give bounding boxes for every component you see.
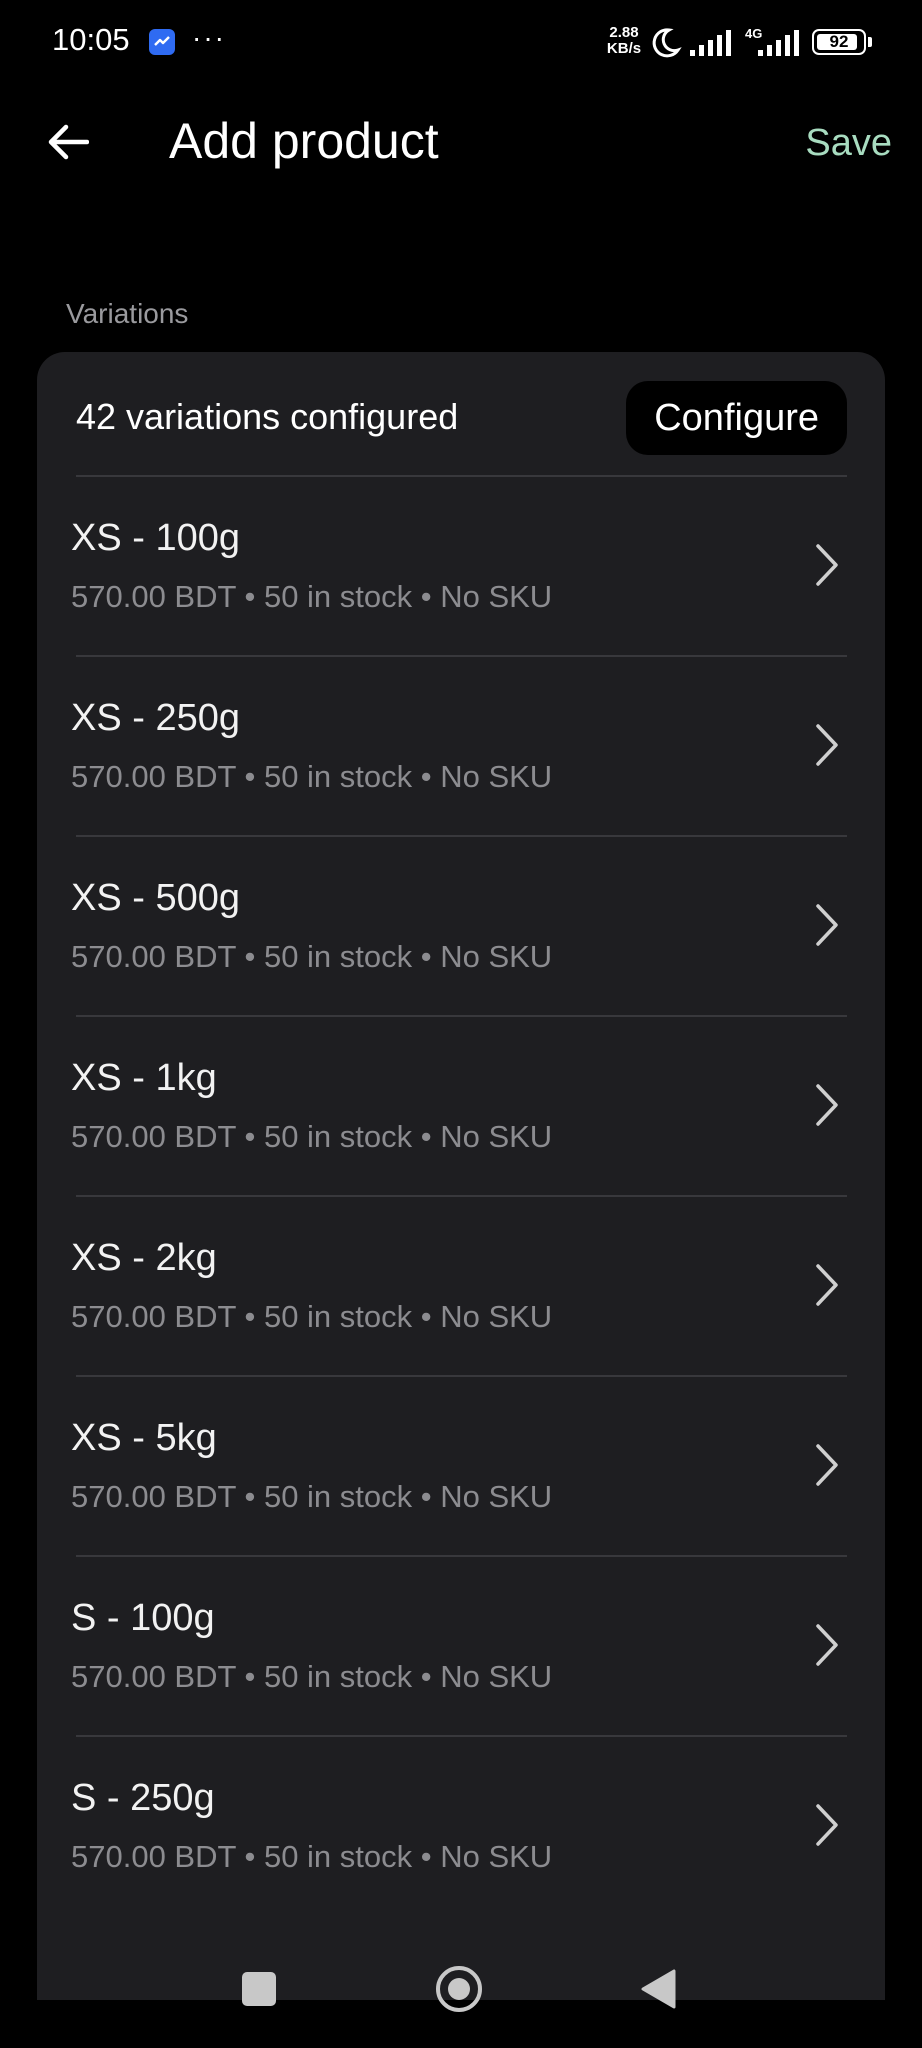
- network-speed-value: 2.88: [609, 24, 639, 41]
- variation-row[interactable]: S - 100g 570.00 BDT • 50 in stock • No S…: [37, 1557, 885, 1735]
- home-square-icon[interactable]: [242, 1972, 276, 2006]
- variation-meta: 570.00 BDT • 50 in stock • No SKU: [71, 1479, 553, 1514]
- chevron-right-icon: [816, 544, 838, 586]
- variation-row[interactable]: S - 250g 570.00 BDT • 50 in stock • No S…: [37, 1737, 885, 1915]
- system-nav-bar: [0, 1920, 922, 2048]
- variation-title: XS - 2kg: [71, 1237, 217, 1279]
- chevron-right-icon: [816, 1444, 838, 1486]
- chevron-right-icon: [816, 1624, 838, 1666]
- variation-meta: 570.00 BDT • 50 in stock • No SKU: [71, 1119, 553, 1154]
- variation-row[interactable]: XS - 1kg 570.00 BDT • 50 in stock • No S…: [37, 1017, 885, 1195]
- variation-row[interactable]: XS - 100g 570.00 BDT • 50 in stock • No …: [37, 477, 885, 655]
- variations-header: 42 variations configured Configure: [37, 352, 885, 475]
- more-dots-icon: ···: [192, 22, 226, 53]
- recents-circle-icon[interactable]: [436, 1966, 482, 2012]
- save-button[interactable]: Save: [805, 122, 892, 165]
- variation-row[interactable]: XS - 250g 570.00 BDT • 50 in stock • No …: [37, 657, 885, 835]
- variation-title: XS - 500g: [71, 877, 240, 919]
- configure-button[interactable]: Configure: [626, 381, 847, 455]
- battery-level: 92: [829, 32, 849, 51]
- variation-title: XS - 100g: [71, 517, 240, 559]
- variation-title: S - 100g: [71, 1597, 215, 1639]
- variation-meta: 570.00 BDT • 50 in stock • No SKU: [71, 759, 553, 794]
- battery-icon: 92: [812, 29, 866, 55]
- arrow-left-icon: [48, 124, 89, 160]
- messenger-icon: [149, 29, 175, 55]
- signal-icon: [690, 30, 731, 56]
- chevron-right-icon: [816, 1264, 838, 1306]
- battery-tip: [868, 37, 872, 47]
- status-time: 10:05: [52, 22, 130, 57]
- moon-icon: [652, 28, 682, 58]
- chevron-right-icon: [816, 724, 838, 766]
- signal-icon: [758, 30, 799, 56]
- variation-meta: 570.00 BDT • 50 in stock • No SKU: [71, 1839, 553, 1874]
- page-title: Add product: [169, 113, 439, 169]
- variation-row[interactable]: XS - 500g 570.00 BDT • 50 in stock • No …: [37, 837, 885, 1015]
- chevron-right-icon: [816, 1084, 838, 1126]
- variation-title: S - 250g: [71, 1777, 215, 1819]
- variation-meta: 570.00 BDT • 50 in stock • No SKU: [71, 1299, 553, 1334]
- chevron-right-icon: [816, 904, 838, 946]
- variation-meta: 570.00 BDT • 50 in stock • No SKU: [71, 939, 553, 974]
- variation-row[interactable]: XS - 5kg 570.00 BDT • 50 in stock • No S…: [37, 1377, 885, 1555]
- section-label-variations: Variations: [66, 298, 189, 329]
- variations-summary: 42 variations configured: [76, 396, 459, 437]
- chevron-right-icon: [816, 1804, 838, 1846]
- variation-title: XS - 1kg: [71, 1057, 217, 1099]
- variation-meta: 570.00 BDT • 50 in stock • No SKU: [71, 579, 553, 614]
- back-button[interactable]: [36, 110, 100, 174]
- variation-title: XS - 5kg: [71, 1417, 217, 1459]
- network-speed: 2.88 KB/s: [604, 25, 644, 57]
- back-triangle-icon[interactable]: [640, 1969, 676, 2009]
- variation-row[interactable]: XS - 2kg 570.00 BDT • 50 in stock • No S…: [37, 1197, 885, 1375]
- network-speed-unit: KB/s: [606, 40, 642, 57]
- status-bar: 10:05 ··· 2.88 KB/s 4G 92: [0, 0, 922, 86]
- variation-title: XS - 250g: [71, 697, 240, 739]
- variations-card: 42 variations configured Configure XS - …: [37, 352, 885, 2000]
- variation-meta: 570.00 BDT • 50 in stock • No SKU: [71, 1659, 553, 1694]
